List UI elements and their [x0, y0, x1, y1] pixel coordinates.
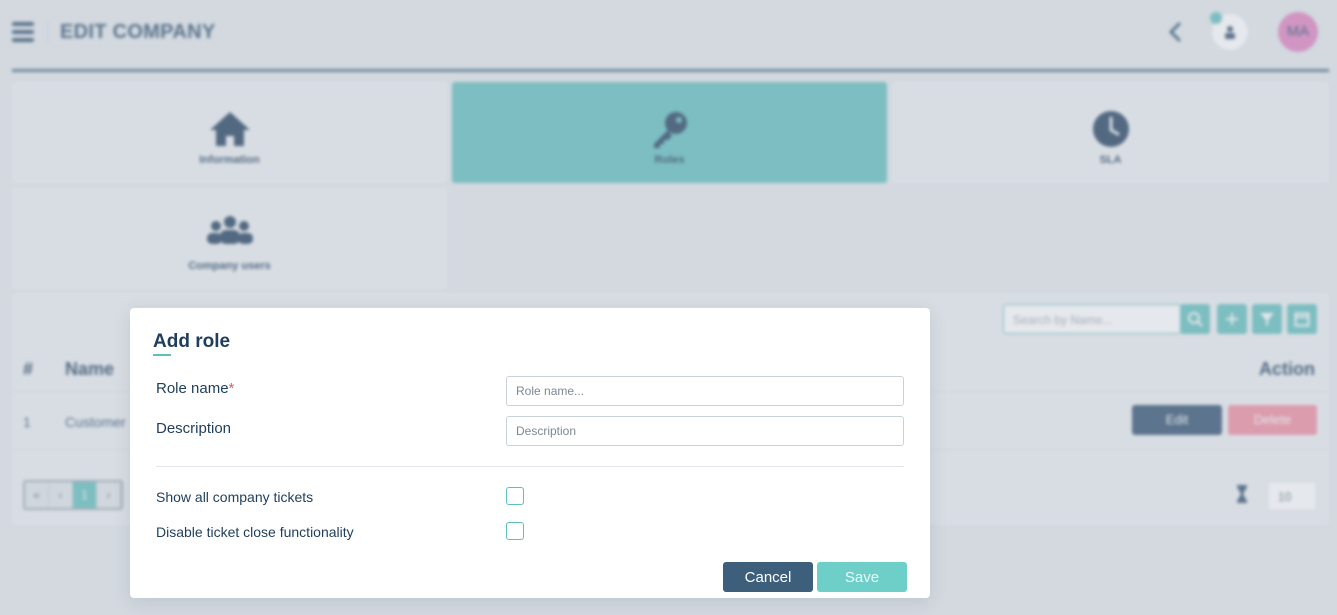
show-all-tickets-label: Show all company tickets [156, 489, 314, 505]
disable-ticket-close-label: Disable ticket close functionality [156, 524, 354, 540]
role-name-label: Role name* [156, 380, 234, 397]
title-underline [153, 354, 171, 356]
add-role-modal: Add role Role name* Description Show all… [130, 308, 930, 598]
role-name-input[interactable] [506, 376, 904, 406]
description-input[interactable] [506, 416, 904, 446]
role-name-label-text: Role name [156, 380, 229, 397]
disable-ticket-close-checkbox[interactable] [506, 522, 524, 540]
modal-title: Add role [153, 331, 231, 352]
save-button[interactable]: Save [817, 562, 907, 592]
required-mark: * [228, 380, 235, 397]
description-label: Description [156, 420, 232, 437]
cancel-button[interactable]: Cancel [723, 562, 813, 592]
form-divider [156, 466, 904, 467]
show-all-tickets-checkbox[interactable] [506, 487, 524, 505]
